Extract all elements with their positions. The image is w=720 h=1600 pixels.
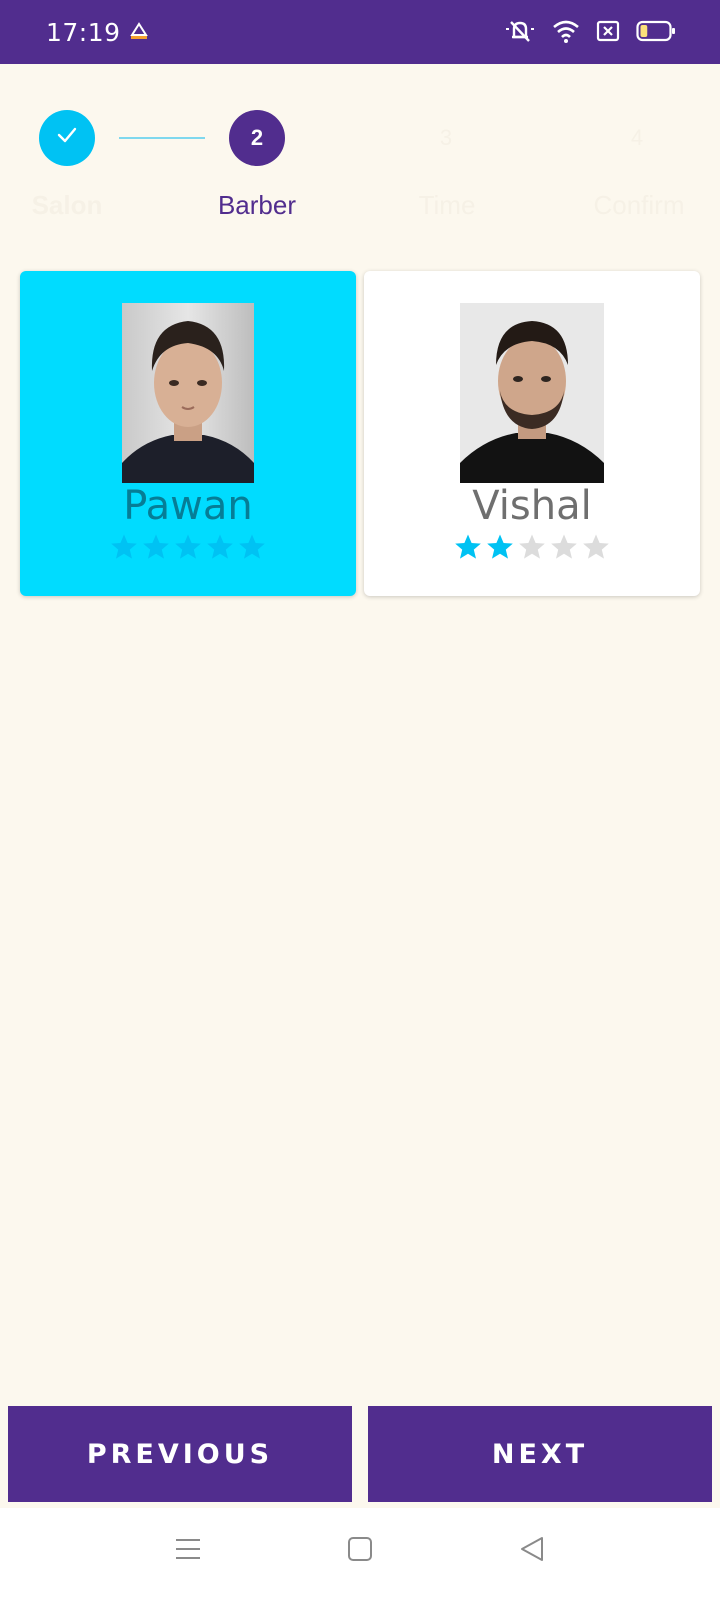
back-triangle-icon[interactable] [518,1534,546,1569]
barber-photo [460,303,604,483]
step-1-done-indicator [39,110,95,166]
system-nav-bar [0,1508,720,1600]
step-label-salon: Salon [31,190,103,220]
bell-muted-icon [504,17,536,45]
battery-icon [636,20,676,42]
app-notification-icon [128,20,150,42]
sim-blocked-icon [596,20,620,42]
star-filled-icon [239,534,265,559]
wifi-icon [552,18,580,44]
star-filled-icon [207,534,233,559]
previous-button[interactable]: PREVIOUS [8,1406,352,1502]
step-3-indicator: 3 [439,125,453,150]
step-2-indicator: 2 [229,110,285,166]
status-time: 17:19 [46,18,121,47]
menu-icon[interactable] [174,1534,202,1569]
rating-stars [364,533,700,561]
step-label-time: Time [418,190,476,220]
barber-photo [122,303,254,483]
rating-stars [20,533,356,561]
step-label-barber: Barber [217,190,297,220]
home-square-icon[interactable] [347,1534,373,1569]
status-bar: 17:19 [0,0,720,64]
next-button[interactable]: NEXT [368,1406,712,1502]
booking-stepper: 2 3 4 Salon Barber Time Confirm [0,64,720,234]
star-filled-icon [455,534,481,559]
barber-card-pawan[interactable]: Pawan [20,271,356,596]
star-empty-icon [583,534,609,559]
step-4-indicator: 4 [630,125,644,150]
barber-card-vishal[interactable]: Vishal [364,271,700,596]
star-filled-icon [487,534,513,559]
star-filled-icon [175,534,201,559]
barber-name: Vishal [472,483,592,529]
star-empty-icon [519,534,545,559]
status-icons [504,17,676,45]
step-connector [119,137,205,139]
star-filled-icon [111,534,137,559]
star-filled-icon [143,534,169,559]
barber-name: Pawan [123,483,253,529]
star-empty-icon [551,534,577,559]
check-icon [56,124,78,152]
step-label-confirm: Confirm [593,190,685,220]
